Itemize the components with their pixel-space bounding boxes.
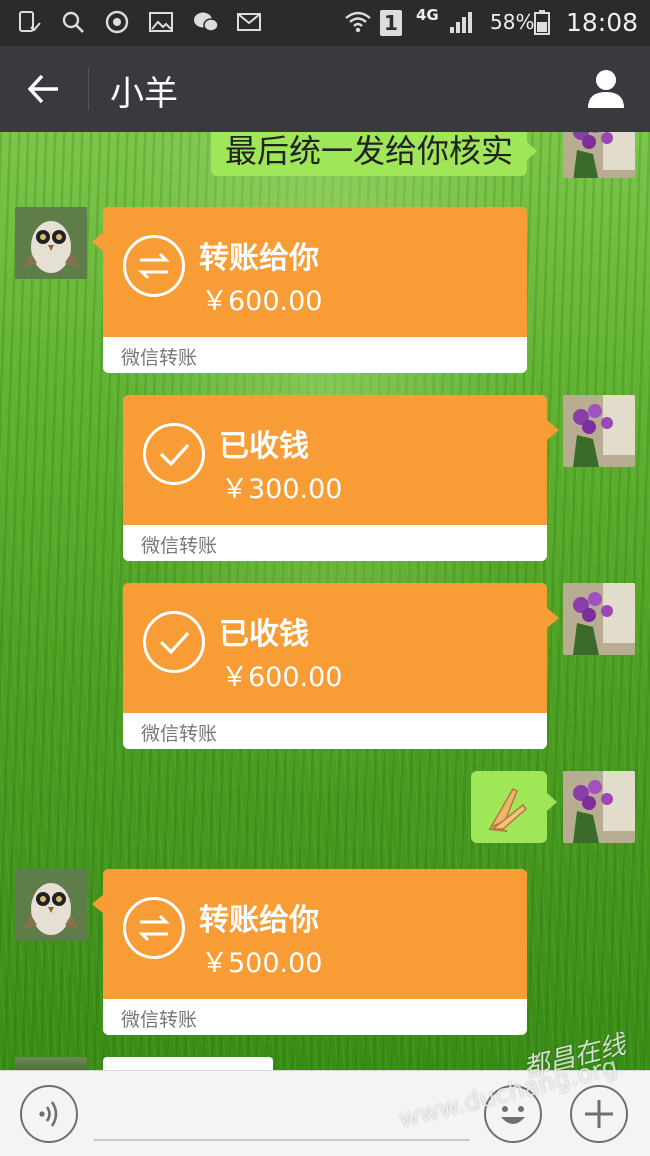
- avatar[interactable]: [563, 771, 635, 843]
- transfer-card-body: 转账给你 ￥600.00: [103, 207, 527, 337]
- battery-icon: [534, 9, 550, 35]
- search-icon: [60, 9, 86, 35]
- transfer-card[interactable]: 转账给你 ￥600.00 微信转账: [103, 207, 527, 373]
- back-button[interactable]: [22, 66, 68, 112]
- avatar[interactable]: [15, 207, 87, 279]
- gallery-icon: [148, 9, 174, 35]
- status-bar: 1 4G 58% 18:08: [0, 0, 650, 46]
- avatar[interactable]: [563, 583, 635, 655]
- bubble-tail: [547, 608, 559, 628]
- avatar[interactable]: [563, 132, 635, 178]
- owl-avatar-icon: [15, 207, 87, 279]
- flower-avatar-icon: [563, 132, 635, 178]
- transfer-card-footer: 微信转账: [123, 525, 547, 561]
- transfer-status: 转账给你: [199, 241, 319, 276]
- header-divider: [88, 68, 89, 110]
- transfer-card-footer: 微信转账: [103, 337, 527, 373]
- avatar[interactable]: [15, 1057, 87, 1070]
- message-input[interactable]: [94, 1139, 470, 1141]
- more-button[interactable]: [570, 1085, 628, 1143]
- signal-icon: [448, 9, 474, 35]
- message-bubble-partial[interactable]: [103, 1057, 273, 1070]
- transfer-source: 微信转账: [141, 535, 218, 557]
- chat-header: 小羊: [0, 46, 650, 132]
- check-icon: [143, 611, 205, 673]
- transfer-amount: ￥300.00: [221, 474, 343, 505]
- transfer-card[interactable]: 转账给你 ￥500.00 微信转账: [103, 869, 527, 1035]
- voice-icon: [39, 1101, 58, 1127]
- chat-info-button[interactable]: [584, 66, 628, 110]
- transfer-card[interactable]: 已收钱 ￥600.00 微信转账: [123, 583, 547, 749]
- transfer-status: 已收钱: [219, 617, 309, 652]
- flower-avatar-icon: [563, 395, 635, 467]
- check-icon: [143, 423, 205, 485]
- voice-button[interactable]: [20, 1085, 78, 1143]
- avatar[interactable]: [15, 869, 87, 941]
- transfer-source: 微信转账: [121, 1009, 198, 1031]
- transfer-card-body: 转账给你 ￥500.00: [103, 869, 527, 999]
- battery-percent: 58%: [490, 10, 535, 34]
- transfer-card-footer: 微信转账: [103, 999, 527, 1035]
- transfer-card-footer: 微信转账: [123, 713, 547, 749]
- wechat-icon: [192, 9, 219, 35]
- transfer-source: 微信转账: [141, 723, 218, 745]
- chat-message-list[interactable]: 最后统一发给你核实 转账给你 ￥600.00 微信转账 已收钱 ￥300.00 …: [0, 132, 650, 1070]
- owl-avatar-icon: [15, 869, 87, 941]
- person-icon: [588, 70, 624, 108]
- pray-hands-icon: [488, 788, 528, 832]
- network-type: 4G: [416, 6, 439, 24]
- transfer-amount: ￥500.00: [201, 948, 323, 979]
- screenshot-icon: [16, 9, 42, 35]
- bubble-tail: [547, 420, 559, 440]
- wifi-icon: [344, 9, 371, 35]
- flower-avatar-icon: [563, 583, 635, 655]
- transfer-icon: [123, 235, 185, 297]
- transfer-card-body: 已收钱 ￥600.00: [123, 583, 547, 713]
- message-text-bubble[interactable]: 最后统一发给你核实: [211, 132, 538, 176]
- plus-icon: [585, 1100, 613, 1128]
- transfer-card-body: 已收钱 ￥300.00: [123, 395, 547, 525]
- transfer-amount: ￥600.00: [221, 662, 343, 693]
- transfer-card[interactable]: 已收钱 ￥300.00 微信转账: [123, 395, 547, 561]
- transfer-amount: ￥600.00: [201, 286, 323, 317]
- transfer-status: 转账给你: [199, 903, 319, 938]
- avatar[interactable]: [563, 395, 635, 467]
- flower-avatar-icon: [563, 771, 635, 843]
- chat-title: 小羊: [110, 74, 178, 114]
- transfer-status: 已收钱: [219, 429, 309, 464]
- sim-slot-badge: 1: [380, 10, 402, 36]
- message-text: 最后统一发给你核实: [225, 132, 514, 170]
- clock: 18:08: [566, 8, 639, 37]
- mail-icon: [236, 9, 262, 35]
- arrow-left-icon: [27, 74, 58, 104]
- emoji-message-bubble[interactable]: [471, 771, 557, 843]
- sync-icon: [104, 9, 130, 35]
- transfer-source: 微信转账: [121, 347, 198, 369]
- transfer-icon: [123, 897, 185, 959]
